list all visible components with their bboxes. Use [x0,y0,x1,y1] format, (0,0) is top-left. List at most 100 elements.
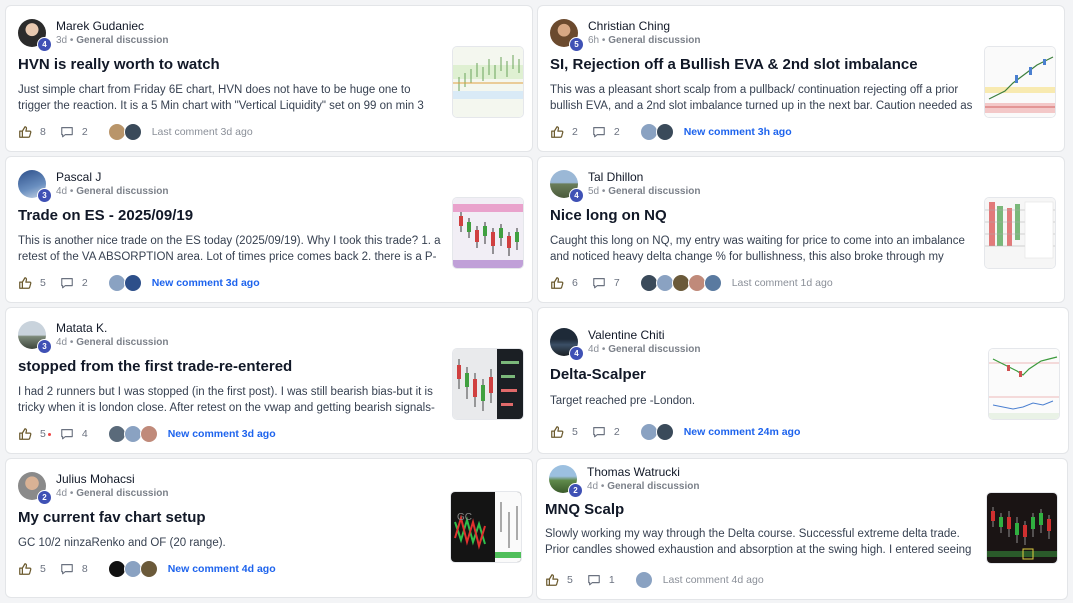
post-thumbnail[interactable] [984,46,1056,118]
comment-button[interactable] [592,125,606,139]
author-name[interactable]: Tal Dhillon [588,170,700,184]
avatar[interactable]: 2 [18,472,52,505]
avatar[interactable]: 3 [18,321,52,354]
commenter-avatar[interactable] [639,274,658,292]
commenter-avatar[interactable] [671,274,690,292]
last-activity[interactable]: New comment 3h ago [684,126,792,138]
commenter-avatar[interactable] [139,425,158,443]
post-card[interactable]: 3 Pascal J 4d • General discussion Trade… [5,156,533,303]
post-card[interactable]: 3 Matata K. 4d • General discussion stop… [5,307,533,454]
post-card[interactable]: 4 Tal Dhillon 5d • General discussion Ni… [537,156,1065,303]
author-name[interactable]: Matata K. [56,321,168,335]
commenter-avatar[interactable] [703,274,722,292]
commenter-avatar[interactable] [639,123,658,141]
commenter-avatar[interactable] [655,123,674,141]
post-thumbnail[interactable]: GC [450,491,522,563]
like-button[interactable] [550,425,564,439]
commenter-avatar[interactable] [639,423,658,441]
avatar[interactable]: 5 [550,19,584,52]
post-thumbnail[interactable] [452,348,524,420]
post-time: 4d [588,344,600,355]
like-button[interactable] [550,276,564,290]
post-card[interactable]: 4 Marek Gudaniec 3d • General discussion… [5,5,533,152]
last-activity: Last comment 3d ago [151,126,253,138]
thumbs-up-icon [546,574,559,586]
comment-bubble-icon [61,127,73,138]
commenter-avatar[interactable] [107,425,126,443]
commenter-avatar[interactable] [687,274,706,292]
last-activity[interactable]: New comment 4d ago [168,563,276,575]
avatar[interactable]: 4 [550,170,584,203]
commenter-avatar[interactable] [655,423,674,441]
post-category[interactable]: General discussion [608,186,700,197]
post-category[interactable]: General discussion [607,481,699,492]
comment-button[interactable] [60,427,74,441]
post-thumbnail[interactable] [988,348,1060,420]
commenter-avatar[interactable] [107,560,126,578]
post-category[interactable]: General discussion [76,186,168,197]
post-title[interactable]: HVN is really worth to watch [18,56,220,73]
commenter-avatar[interactable] [123,425,142,443]
post-card[interactable]: 4 Valentine Chiti 4d • General discussio… [537,307,1069,454]
post-title[interactable]: stopped from the first trade-re-entered [18,358,292,375]
author-name[interactable]: Pascal J [56,170,168,184]
author-name[interactable]: Marek Gudaniec [56,19,168,33]
comment-button[interactable] [60,125,74,139]
last-activity[interactable]: New comment 3d ago [152,277,260,289]
post-category[interactable]: General discussion [76,488,168,499]
post-category[interactable]: General discussion [608,35,700,46]
post-thumbnail[interactable] [984,197,1056,269]
avatar[interactable]: 4 [550,328,584,361]
post-thumbnail[interactable] [986,492,1058,564]
comment-button[interactable] [592,425,606,439]
post-card[interactable]: 5 Christian Ching 6h • General discussio… [537,5,1065,152]
post-thumbnail[interactable] [452,197,524,269]
commenter-avatar[interactable] [107,123,126,141]
post-category[interactable]: General discussion [76,337,168,348]
post-thumbnail[interactable] [452,46,524,118]
last-activity[interactable]: New comment 3d ago [168,428,276,440]
like-button[interactable] [18,276,32,290]
post-title[interactable]: SI, Rejection off a Bullish EVA & 2nd sl… [550,56,918,73]
commenter-avatar[interactable] [123,123,142,141]
like-button[interactable] [545,573,559,587]
commenter-avatar[interactable] [107,274,126,292]
author-name[interactable]: Christian Ching [588,19,700,33]
post-title[interactable]: Trade on ES - 2025/09/19 [18,207,193,224]
like-count: 8 [40,126,46,138]
commenter-avatar[interactable] [139,560,158,578]
avatar[interactable]: 2 [549,465,583,498]
commenter-avatar[interactable] [655,274,674,292]
post-card[interactable]: 2 Thomas Watrucki 4d • General discussio… [536,458,1068,600]
author-name[interactable]: Valentine Chiti [588,328,700,342]
comment-button[interactable] [592,276,606,290]
comment-button[interactable] [60,562,74,576]
post-title[interactable]: Delta-Scalper [550,366,646,383]
commenter-avatar[interactable] [123,560,142,578]
post-category[interactable]: General discussion [76,35,168,46]
like-button[interactable] [18,427,32,441]
like-button[interactable] [18,562,32,576]
post-card[interactable]: 2 Julius Mohacsi 4d • General discussion… [5,458,533,598]
thumbs-up-icon [19,428,32,440]
comment-button[interactable] [587,573,601,587]
thumbs-up-icon [19,126,32,138]
like-button[interactable] [18,125,32,139]
post-title[interactable]: MNQ Scalp [545,501,624,518]
thumbs-up-icon [551,277,564,289]
post-excerpt: This is another nice trade on the ES tod… [18,235,441,263]
post-title[interactable]: My current fav chart setup [18,509,206,526]
author-name[interactable]: Thomas Watrucki [587,465,699,479]
commenter-avatar[interactable] [634,571,653,589]
last-activity[interactable]: New comment 24m ago [684,426,801,438]
level-badge: 5 [569,37,584,52]
author-name[interactable]: Julius Mohacsi [56,472,168,486]
comment-button[interactable] [60,276,74,290]
avatar[interactable]: 3 [18,170,52,203]
avatar[interactable]: 4 [18,19,52,52]
post-title[interactable]: Nice long on NQ [550,207,667,224]
commenter-avatar[interactable] [123,274,142,292]
post-category[interactable]: General discussion [608,344,700,355]
like-button[interactable] [550,125,564,139]
level-badge: 4 [37,37,52,52]
